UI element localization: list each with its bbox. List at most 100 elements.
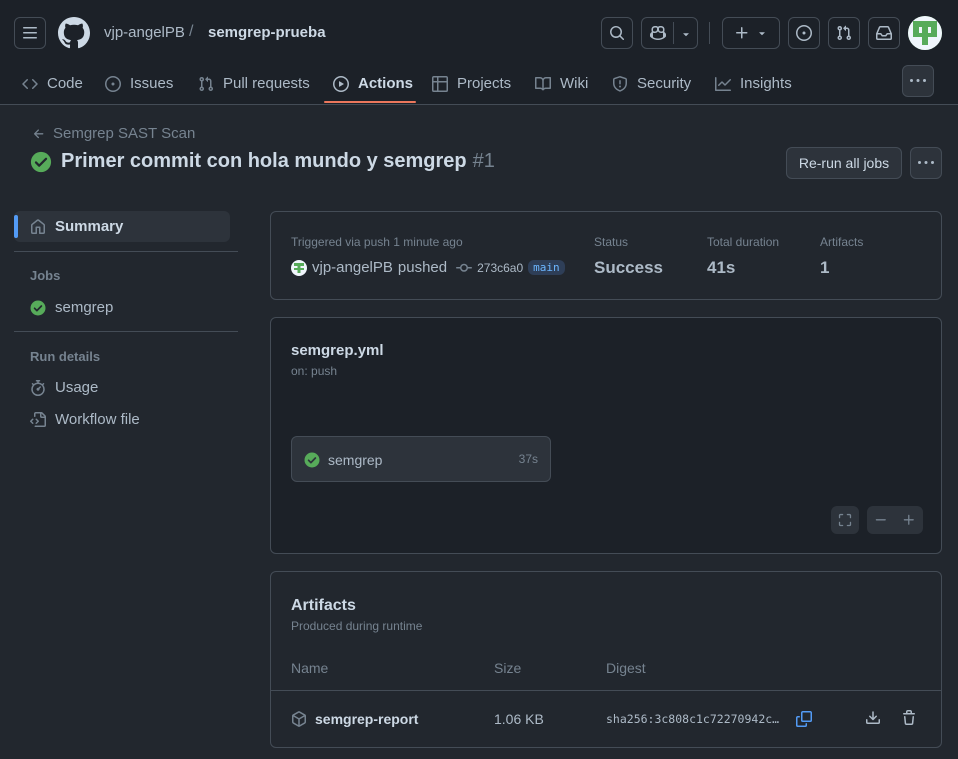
sidebar-divider [14,331,238,332]
breadcrumb-separator: / [189,23,194,40]
tab-wiki[interactable]: Wiki [535,62,588,105]
tab-issues-label: Issues [130,75,174,92]
rerun-all-jobs-button[interactable]: Re-run all jobs [786,147,902,179]
sidebar-workflow-file-label: Workflow file [55,411,140,428]
trash-icon[interactable] [901,710,917,726]
tab-projects[interactable]: Projects [432,62,511,105]
artifacts-subtitle: Produced during runtime [291,619,423,633]
rerun-all-jobs-label: Re-run all jobs [798,155,890,171]
back-to-workflow-link[interactable]: Semgrep SAST Scan [32,125,195,142]
sidebar-run-details-heading: Run details [30,349,101,364]
pull-requests-button[interactable] [828,17,860,49]
breadcrumb-owner[interactable]: vjp-angelPB [104,24,185,41]
zoom-out-icon[interactable] [874,513,888,527]
actor-avatar-icon [291,259,307,276]
graph-icon [715,76,731,91]
check-circle-fill-icon [304,452,320,468]
sidebar-job-label: semgrep [55,299,114,316]
zoom-controls [867,506,923,534]
play-icon [333,75,349,92]
tab-pull-requests[interactable]: Pull requests [198,62,310,105]
kebab-horizontal-icon [910,79,926,82]
breadcrumb-repo[interactable]: semgrep-prueba [208,24,326,41]
table-icon [432,75,448,92]
branch-badge[interactable]: main [528,260,565,275]
tab-issues[interactable]: Issues [105,62,173,105]
file-code-icon [30,411,46,427]
more-tabs-button[interactable] [902,65,934,97]
artifact-name-link[interactable]: semgrep-report [315,711,418,727]
table-row: semgrep-report 1.06 KB sha256:3c808c1c72… [271,691,941,747]
app-header: vjp-angelPB / semgrep-prueba Code Issues… [0,0,958,105]
actor-name[interactable]: vjp-angelPB [312,259,393,276]
sidebar-item-job-semgrep[interactable]: semgrep [30,299,113,316]
package-icon [292,711,306,727]
zoom-in-icon[interactable] [902,513,916,527]
run-title-text: Primer commit con hola mundo y semgrep #1 [61,150,495,173]
issue-icon [796,25,812,41]
inbox-icon [876,26,892,40]
workflow-graph-panel: semgrep.yml on: push semgrep 37s [270,317,942,554]
triangle-down-icon [683,33,689,37]
tab-security-label: Security [637,75,692,92]
sidebar-active-indicator [14,215,18,238]
fullscreen-button[interactable] [831,506,859,534]
copilot-button[interactable] [641,17,698,49]
arrow-left-icon [33,128,44,138]
triggered-label: Triggered via push 1 minute ago [291,235,463,249]
issues-button[interactable] [788,17,820,49]
inbox-button[interactable] [868,17,900,49]
tab-insights[interactable]: Insights [715,62,792,105]
search-button[interactable] [601,17,633,49]
artifacts-title: Artifacts [291,597,356,614]
sidebar-item-workflow-file[interactable]: Workflow file [30,411,140,428]
screen-full-icon [838,513,852,527]
check-circle-fill-icon [30,151,52,172]
pushed-text: pushed [397,259,448,276]
tab-actions[interactable]: Actions [333,62,413,105]
shield-icon [613,75,627,92]
tab-security[interactable]: Security [612,62,691,105]
tab-pull-requests-label: Pull requests [223,75,310,92]
column-header-size: Size [494,660,522,676]
artifacts-count-value: 1 [820,258,830,277]
push-info: vjp-angelPB pushed 273c6a0 main [291,259,565,276]
workflow-file-name[interactable]: semgrep.yml [291,342,384,359]
run-title-label: Primer commit con hola mundo y semgrep [61,150,467,172]
identicon-icon [908,16,942,50]
menu-button[interactable] [14,17,46,49]
plus-icon [736,27,748,39]
repo-nav: Code Issues Pull requests Actions Projec… [0,62,958,105]
create-new-button[interactable] [722,17,780,49]
duration-value: 41s [707,258,736,277]
sidebar-summary-label: Summary [55,218,124,235]
artifact-size: 1.06 KB [494,711,544,727]
tab-actions-label: Actions [358,75,414,92]
run-options-button[interactable] [910,147,942,179]
tab-wiki-label: Wiki [560,75,589,92]
commit-icon [456,263,473,272]
run-summary-panel: Triggered via push 1 minute ago vjp-ange… [270,211,942,300]
status-value: Success [594,258,663,277]
artifacts-count-label: Artifacts [820,235,864,249]
sidebar-item-summary[interactable]: Summary [30,218,123,235]
commit-sha[interactable]: 273c6a0 [477,261,523,275]
sidebar-item-usage[interactable]: Usage [30,379,98,396]
workflow-trigger: on: push [291,364,338,378]
copy-icon[interactable] [796,711,812,727]
job-node-semgrep[interactable]: semgrep 37s [291,436,551,482]
sidebar-usage-label: Usage [55,379,99,396]
download-icon[interactable] [865,710,881,726]
job-node-duration: 37s [518,452,538,466]
user-avatar[interactable] [908,16,942,50]
artifact-digest: sha256:3c808c1c72270942c… [606,712,780,726]
tab-code[interactable]: Code [22,62,83,105]
search-icon [610,26,625,41]
duration-label: Total duration [707,235,780,249]
run-number: #1 [472,150,495,172]
copilot-icon [650,25,666,41]
github-logo-icon[interactable] [58,17,90,49]
job-node-label: semgrep [328,452,383,468]
run-title: Primer commit con hola mundo y semgrep #1 [30,150,495,173]
active-tab-underline [324,101,416,103]
